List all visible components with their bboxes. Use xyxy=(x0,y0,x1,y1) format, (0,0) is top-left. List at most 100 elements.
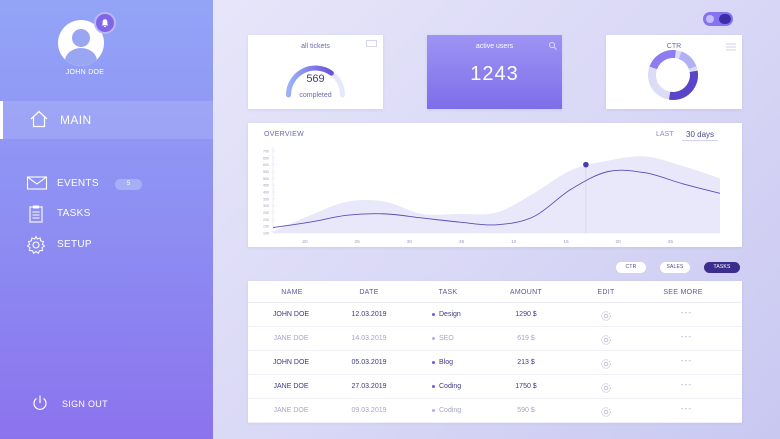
overview-chart: 700 650 600 550 500 450 400 350 300 250 200 150 100 2… xyxy=(263,147,721,245)
row-amount: 619 $ xyxy=(517,335,535,342)
x-tick-label: 20 xyxy=(302,239,308,245)
row-amount: 1290 $ xyxy=(515,311,537,318)
table-row[interactable]: JANE DOE 14.03.2019 SEO 619 $ --- xyxy=(248,327,742,351)
sidebar-item-setup[interactable]: SETUP xyxy=(0,234,213,256)
mail-icon xyxy=(26,174,48,197)
see-more-button[interactable]: --- xyxy=(681,404,692,413)
sign-out-button[interactable]: SIGN OUT xyxy=(30,393,150,413)
overview-title: OVERVIEW xyxy=(264,131,305,138)
search-icon[interactable] xyxy=(548,38,558,56)
user-profile[interactable] xyxy=(58,12,124,66)
avatar-body-shape xyxy=(65,48,97,66)
row-amount: 213 $ xyxy=(517,359,535,366)
x-tick-label: 25 xyxy=(668,239,674,245)
row-task-label: Coding xyxy=(439,407,462,414)
table-row[interactable]: JANE DOE 09.03.2019 Coding 590 $ --- xyxy=(248,399,742,423)
sign-out-label: SIGN OUT xyxy=(62,399,108,409)
table-row[interactable]: JOHN DOE 12.03.2019 Design 1290 $ --- xyxy=(248,303,742,327)
sidebar-item-tasks[interactable]: TASKS xyxy=(0,203,213,225)
y-tick-label: 400 xyxy=(263,191,269,195)
row-task: Design xyxy=(432,311,492,318)
avatar-head-shape xyxy=(72,29,90,47)
tickets-card[interactable]: all tickets 569 completed xyxy=(248,35,383,109)
edit-gear-icon[interactable] xyxy=(600,381,612,399)
column-header-amount: AMOUNT xyxy=(509,289,543,296)
clipboard-icon xyxy=(26,204,46,229)
row-date: 12.03.2019 xyxy=(351,311,387,318)
edit-gear-icon[interactable] xyxy=(600,333,612,351)
ctr-donut xyxy=(648,50,698,100)
task-bullet-icon xyxy=(432,336,435,340)
sidebar-item-main[interactable]: MAIN xyxy=(0,101,213,139)
series-area xyxy=(273,156,720,233)
column-header-see-more: SEE MORE xyxy=(663,289,703,296)
edit-gear-icon[interactable] xyxy=(600,357,612,375)
filter-ctr[interactable]: CTR xyxy=(616,262,646,273)
y-tick-label: 500 xyxy=(263,177,269,181)
column-header-task: TASK xyxy=(438,289,458,296)
table-row[interactable]: JOHN DOE 05.03.2019 Blog 213 $ --- xyxy=(248,351,742,375)
row-task: Coding xyxy=(432,383,492,390)
y-tick-label: 200 xyxy=(263,218,269,222)
row-task: Blog xyxy=(432,359,492,366)
highlight-point xyxy=(583,161,589,168)
x-tick-label: 25 xyxy=(355,239,361,245)
row-task: SEO xyxy=(432,335,492,342)
range-select[interactable]: 30 days xyxy=(682,129,719,141)
sidebar-item-label: MAIN xyxy=(60,113,92,127)
active-users-value: 1243 xyxy=(470,63,519,85)
task-bullet-icon xyxy=(432,360,435,364)
row-date: 09.03.2019 xyxy=(351,407,387,414)
toggle-knob xyxy=(719,14,731,24)
y-tick-label: 300 xyxy=(263,204,269,208)
row-date: 05.03.2019 xyxy=(351,359,387,366)
toggle-track-dot xyxy=(706,15,714,23)
row-name: JOHN DOE xyxy=(272,359,310,366)
row-date: 14.03.2019 xyxy=(351,335,387,342)
y-tick-label: 350 xyxy=(263,197,269,201)
overview-panel: 700 650 600 550 500 450 400 350 300 250 200 150 100 2… xyxy=(248,123,742,247)
active-users-card[interactable]: active users 1243 xyxy=(427,35,562,109)
x-tick-label: 15 xyxy=(563,239,569,245)
row-task: Coding xyxy=(432,407,492,414)
notification-icon[interactable] xyxy=(94,12,116,34)
sidebar-item-label: TASKS xyxy=(57,208,91,219)
see-more-button[interactable]: --- xyxy=(681,308,692,317)
user-name: JOHN DOE xyxy=(65,69,105,76)
column-header-name: NAME xyxy=(281,289,303,296)
row-date: 27.03.2019 xyxy=(351,383,387,390)
range-prefix: LAST xyxy=(656,131,674,138)
tasks-table: NAME DATE TASK AMOUNT EDIT SEE MORE JOHN… xyxy=(248,281,742,423)
edit-gear-icon[interactable] xyxy=(600,405,612,423)
row-amount: 1750 $ xyxy=(515,383,537,390)
see-more-button[interactable]: --- xyxy=(681,332,692,341)
task-bullet-icon xyxy=(432,384,435,388)
x-tick-label: 35 xyxy=(459,239,465,245)
x-tick-label: 20 xyxy=(616,239,622,245)
row-task-label: Blog xyxy=(439,359,454,366)
row-name: JANE DOE xyxy=(273,335,309,342)
column-header-date: DATE xyxy=(359,289,379,296)
y-tick-label: 600 xyxy=(263,163,269,167)
ctr-card[interactable]: CTR xyxy=(606,35,742,109)
filter-tasks[interactable]: TASKS xyxy=(704,262,740,273)
sidebar-item-events[interactable]: EVENTS 5 xyxy=(0,173,213,195)
events-count-badge: 5 xyxy=(115,179,142,190)
sidebar-item-label: SETUP xyxy=(57,239,92,250)
y-tick-label: 650 xyxy=(263,156,269,160)
edit-gear-icon[interactable] xyxy=(600,309,612,327)
see-more-button[interactable]: --- xyxy=(681,380,692,389)
gear-icon xyxy=(26,235,46,260)
sidebar-item-label: EVENTS xyxy=(57,178,99,189)
row-name: JANE DOE xyxy=(273,383,309,390)
filter-sales[interactable]: SALES xyxy=(660,262,690,273)
y-tick-label: 700 xyxy=(263,150,269,154)
task-bullet-icon xyxy=(432,408,435,412)
see-more-button[interactable]: --- xyxy=(681,356,692,365)
row-name: JANE DOE xyxy=(273,407,309,414)
x-tick-label: 10 xyxy=(511,239,517,245)
table-row[interactable]: JANE DOE 27.03.2019 Coding 1750 $ --- xyxy=(248,375,742,399)
theme-toggle[interactable] xyxy=(703,12,733,26)
home-icon xyxy=(29,109,49,134)
row-task-label: SEO xyxy=(439,335,454,342)
